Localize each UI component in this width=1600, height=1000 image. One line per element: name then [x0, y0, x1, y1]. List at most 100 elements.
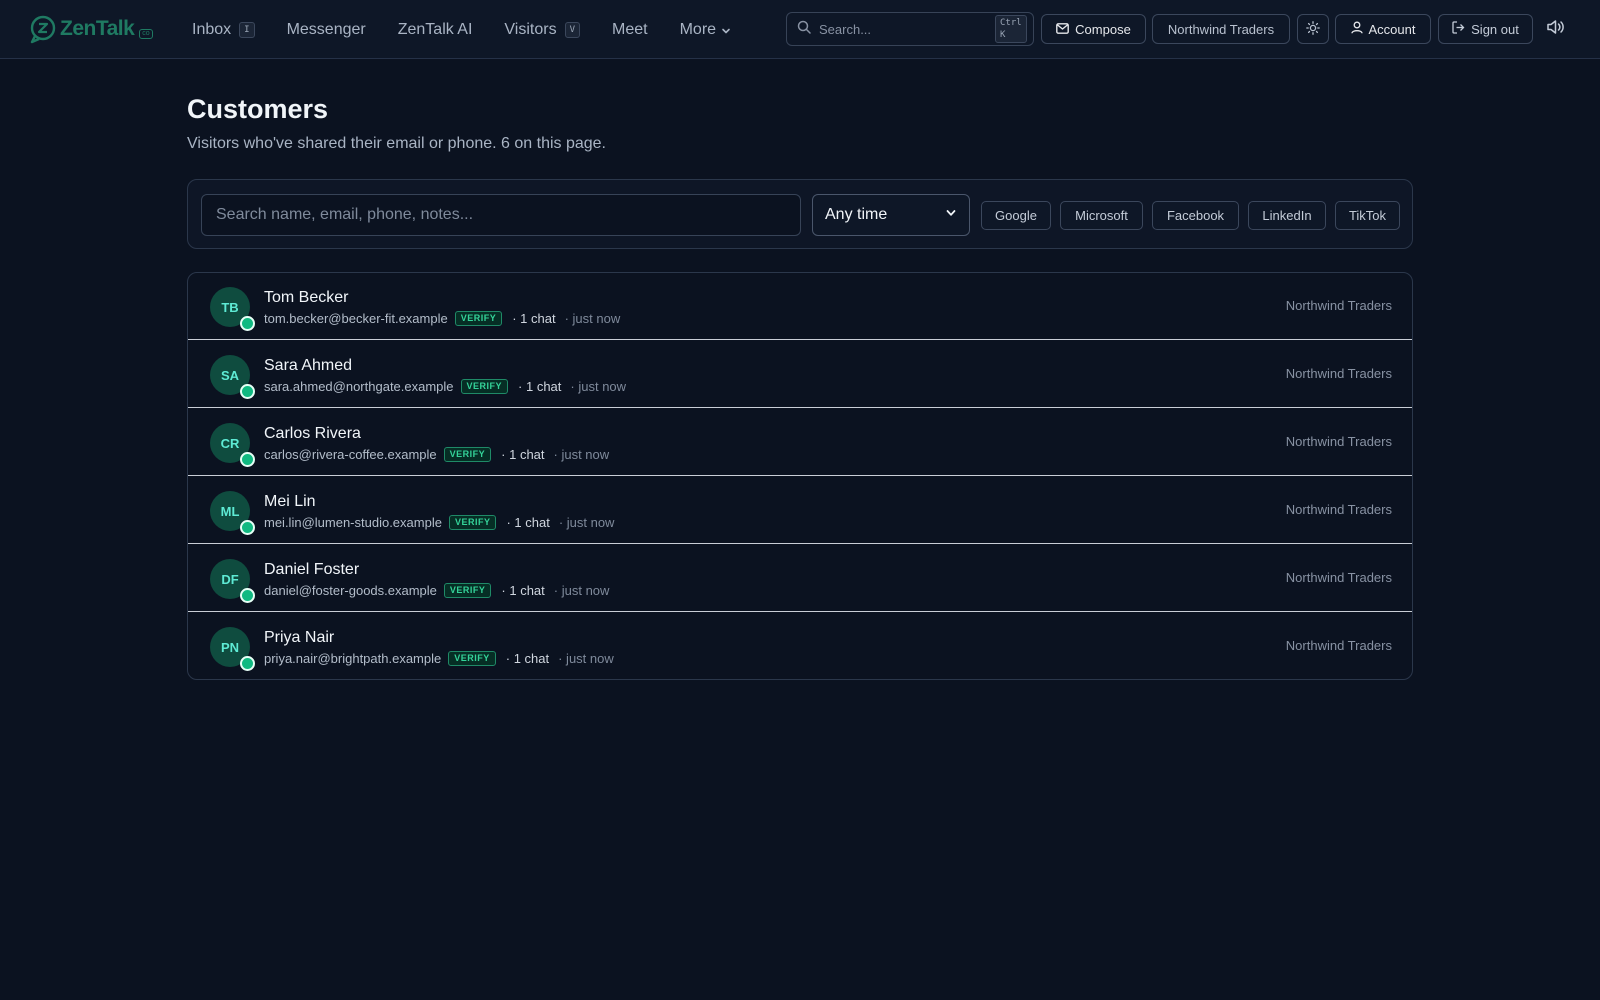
customer-name: Mei Lin [264, 493, 316, 510]
nav-visitors[interactable]: Visitors V [504, 20, 581, 39]
nav-inbox-shortcut: I [239, 21, 255, 38]
mail-icon [1056, 22, 1070, 37]
customer-email: daniel@foster-goods.example [264, 582, 437, 598]
search-icon [797, 20, 811, 39]
customer-email: priya.nair@brightpath.example [264, 650, 442, 666]
workspace-switcher[interactable]: Northwind Traders [1152, 14, 1290, 44]
customer-organization: Northwind Traders [1285, 502, 1392, 517]
customer-row[interactable]: SA Sara Ahmed sara.ahmed@northgate.examp… [188, 341, 1412, 408]
compose-label: Compose [1075, 21, 1131, 37]
last-seen: · just now [570, 378, 627, 394]
online-status-dot [240, 656, 255, 671]
customer-row[interactable]: DF Daniel Foster daniel@foster-goods.exa… [188, 545, 1412, 612]
online-status-dot [240, 452, 255, 467]
time-range-select[interactable]: Any time [812, 194, 970, 236]
compose-button[interactable]: Compose [1041, 14, 1146, 44]
customer-name: Sara Ahmed [264, 357, 353, 374]
nav-zentalk-ai[interactable]: ZenTalk AI [398, 21, 473, 39]
verify-badge[interactable]: VERIFY [448, 650, 496, 666]
customer-name: Priya Nair [264, 629, 335, 646]
customer-organization: Northwind Traders [1285, 434, 1392, 449]
nav-more[interactable]: More [680, 21, 732, 39]
nav-inbox[interactable]: Inbox I [192, 21, 255, 39]
global-search[interactable]: Ctrl K [786, 12, 1034, 46]
nav-meet[interactable]: Meet [612, 21, 648, 39]
verify-badge[interactable]: VERIFY [448, 514, 497, 530]
chevron-down-icon [720, 24, 732, 36]
verify-badge[interactable]: VERIFY [460, 378, 509, 394]
speaker-icon [1546, 19, 1566, 40]
customer-meta: sara.ahmed@northgate.example VERIFY · 1 … [264, 378, 626, 394]
online-status-dot [240, 588, 255, 603]
user-icon [1350, 21, 1363, 37]
customer-meta: carlos@rivera-coffee.example VERIFY · 1 … [264, 446, 609, 462]
chat-count: · 1 chat [512, 310, 556, 326]
customer-row[interactable]: TB Tom Becker tom.becker@becker-fit.exam… [188, 273, 1412, 340]
last-seen: · just now [553, 582, 610, 598]
theme-toggle-button[interactable] [1297, 14, 1329, 44]
brand-badge: co [139, 29, 153, 39]
page-title: Customers [187, 94, 329, 124]
customer-email: tom.becker@becker-fit.example [264, 310, 448, 326]
customer-email: sara.ahmed@northgate.example [264, 378, 454, 394]
chat-count: · 1 chat [506, 514, 550, 530]
brand-logo[interactable]: ZenTalk co [28, 14, 153, 44]
customer-search-input[interactable] [201, 194, 801, 236]
global-search-input[interactable] [819, 21, 995, 37]
customer-list: TB Tom Becker tom.becker@becker-fit.exam… [187, 272, 1413, 680]
last-seen: · just now [564, 310, 621, 326]
customer-row[interactable]: ML Mei Lin mei.lin@lumen-studio.example … [188, 477, 1412, 544]
nav-visitors-shortcut: V [564, 21, 581, 38]
customer-name: Tom Becker [264, 289, 349, 306]
sign-out-button[interactable]: Sign out [1438, 14, 1533, 44]
brand-name: ZenTalk [60, 17, 135, 40]
time-range-value: Any time [825, 206, 888, 223]
last-seen: · just now [558, 514, 615, 530]
chat-count: · 1 chat [501, 582, 545, 598]
online-status-dot [240, 384, 255, 399]
chat-count: · 1 chat [505, 650, 550, 666]
customer-row[interactable]: CR Carlos Rivera carlos@rivera-coffee.ex… [188, 409, 1412, 476]
sun-icon [1306, 20, 1320, 38]
filter-chip-google[interactable]: Google [981, 201, 1051, 230]
filter-chip-facebook[interactable]: Facebook [1152, 201, 1239, 230]
filter-chip-tiktok[interactable]: TikTok [1335, 201, 1400, 230]
filter-chip-linkedin[interactable]: LinkedIn [1248, 201, 1326, 230]
customer-name: Daniel Foster [264, 561, 360, 578]
nav-more-label: More [679, 20, 717, 38]
sound-toggle-button[interactable] [1541, 14, 1571, 44]
top-navbar: ZenTalk co Inbox I Messenger ZenTalk AI … [0, 0, 1600, 59]
chat-bubble-logo-icon [28, 14, 58, 44]
sign-out-label: Sign out [1471, 21, 1519, 37]
customer-meta: tom.becker@becker-fit.example VERIFY · 1… [264, 310, 620, 326]
customer-name: Carlos Rivera [264, 425, 361, 442]
main-nav: Inbox I Messenger ZenTalk AI Visitors V … [192, 0, 764, 59]
filter-chip-microsoft[interactable]: Microsoft [1060, 201, 1143, 230]
workspace-label: Northwind Traders [1167, 21, 1275, 37]
customer-email: mei.lin@lumen-studio.example [264, 514, 442, 530]
customer-organization: Northwind Traders [1285, 570, 1392, 585]
online-status-dot [240, 520, 255, 535]
account-button[interactable]: Account [1335, 14, 1431, 44]
account-label: Account [1368, 21, 1416, 37]
verify-badge[interactable]: VERIFY [443, 582, 492, 598]
sign-out-icon [1452, 21, 1465, 37]
chevron-down-icon [945, 206, 957, 224]
nav-messenger-label: Messenger [286, 20, 366, 38]
nav-visitors-label: Visitors [504, 20, 557, 38]
search-shortcut-hint: Ctrl K [995, 15, 1027, 43]
page-subtitle: Visitors who've shared their email or ph… [187, 135, 606, 152]
customer-meta: daniel@foster-goods.example VERIFY · 1 c… [264, 582, 609, 598]
customer-organization: Northwind Traders [1285, 366, 1392, 381]
customer-email: carlos@rivera-coffee.example [264, 446, 437, 462]
verify-badge[interactable]: VERIFY [443, 446, 492, 462]
customer-organization: Northwind Traders [1285, 638, 1392, 653]
customer-meta: priya.nair@brightpath.example VERIFY · 1… [264, 650, 614, 666]
chat-count: · 1 chat [518, 378, 562, 394]
nav-meet-label: Meet [612, 20, 648, 38]
verify-badge[interactable]: VERIFY [454, 310, 503, 326]
customer-row[interactable]: PN Priya Nair priya.nair@brightpath.exam… [188, 613, 1412, 679]
customer-organization: Northwind Traders [1285, 298, 1392, 313]
nav-messenger[interactable]: Messenger [287, 21, 366, 39]
nav-inbox-label: Inbox [192, 20, 232, 38]
